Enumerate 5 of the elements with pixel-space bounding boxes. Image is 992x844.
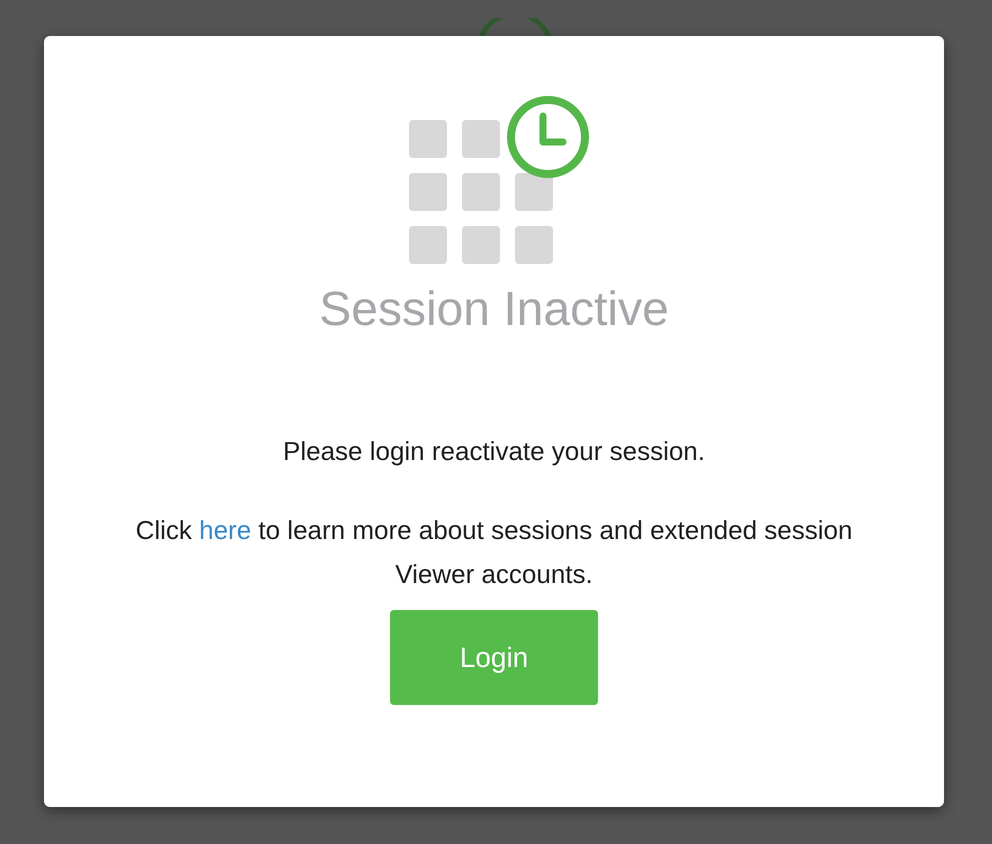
info-text: Click here to learn more about sessions and extended session Viewer accounts.: [134, 514, 854, 591]
message-text: Please login reactivate your session.: [282, 435, 705, 468]
login-button[interactable]: Login: [390, 610, 598, 705]
dialog-title: Session Inactive: [319, 282, 669, 338]
help-link[interactable]: here: [199, 515, 252, 545]
